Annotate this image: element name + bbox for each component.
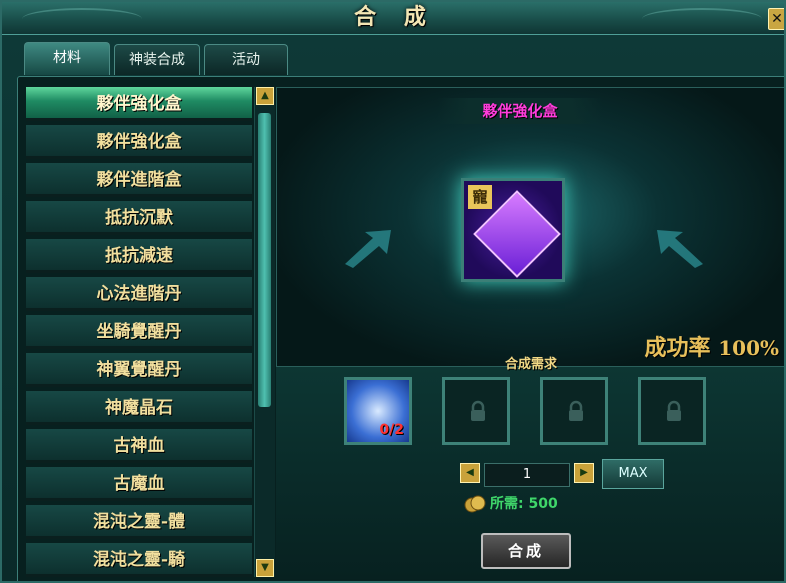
tab-events[interactable]: 活动 [204,44,288,75]
locked-slot [638,377,706,445]
max-button[interactable]: MAX [602,459,664,489]
preview-item-name: 夥伴強化盒 [437,98,603,124]
list-item[interactable]: 混沌之靈-騎 [26,543,252,577]
scroll-down-icon[interactable]: ▼ [256,559,274,577]
close-icon[interactable]: ✕ [768,8,784,30]
list-scrollbar[interactable]: ▲ ▼ [254,87,275,577]
result-item-slot[interactable]: 寵 [461,178,565,282]
locked-slot [442,377,510,445]
lock-icon [667,400,681,421]
requirements-label: 合成需求 [504,357,557,372]
list-item[interactable]: 古神血 [26,429,252,463]
scroll-up-icon[interactable]: ▲ [256,87,274,105]
list-item[interactable]: 抵抗減速 [26,239,252,273]
coin-icon [464,495,486,513]
success-rate-label: 成功率 [644,335,711,361]
lock-icon [471,400,485,421]
success-rate-value: 100% [718,336,779,360]
craft-button[interactable]: 合成 [481,533,571,569]
content-panel: 夥伴強化盒 夥伴強化盒 夥伴進階盒 抵抗沉默 抵抗減速 心法進階丹 坐騎覺醒丹 … [17,76,784,581]
window-title: 合 成 [354,4,436,30]
material-count: 0/2 [379,422,404,438]
synthesis-window: 合 成 ✕ 材料 神装合成 活动 夥伴強化盒 夥伴強化盒 夥伴進階盒 抵抗沉默 … [0,0,786,583]
locked-slot [540,377,608,445]
scroll-thumb[interactable] [258,113,271,407]
quantity-input[interactable]: 1 [484,463,570,487]
list-item[interactable]: 古魔血 [26,467,252,501]
decrease-quantity-button[interactable]: ◀ [460,463,480,483]
title-bar[interactable]: 合 成 ✕ [2,2,784,35]
list-item[interactable]: 夥伴強化盒 [26,87,252,121]
list-item[interactable]: 抵抗沉默 [26,201,252,235]
list-item[interactable]: 夥伴進階盒 [26,163,252,197]
arrow-right-icon [345,230,391,268]
lock-icon [569,400,583,421]
list-item[interactable]: 混沌之靈-體 [26,505,252,539]
list-item[interactable]: 心法進階丹 [26,277,252,311]
material-slot[interactable]: 0/2 [344,377,412,445]
tab-divine-gear[interactable]: 神装合成 [114,44,200,75]
arrow-left-icon [657,230,703,268]
requirements-area: 合成需求 0/2 ◀ 1 ▶ MAX 所需: 500 合成 [276,357,784,579]
list-item[interactable]: 坐騎覺醒丹 [26,315,252,349]
success-rate: 成功率 100% [645,330,779,362]
recipe-list: 夥伴強化盒 夥伴強化盒 夥伴進階盒 抵抗沉默 抵抗減速 心法進階丹 坐騎覺醒丹 … [26,87,252,577]
list-item[interactable]: 神翼覺醒丹 [26,353,252,387]
item-tag: 寵 [468,185,492,209]
increase-quantity-button[interactable]: ▶ [574,463,594,483]
tab-materials[interactable]: 材料 [24,42,110,75]
list-item[interactable]: 夥伴強化盒 [26,125,252,159]
list-item[interactable]: 神魔晶石 [26,391,252,425]
preview-area: 夥伴強化盒 寵 成功率 100% [276,87,784,367]
cost-label: 所需: 500 [490,496,558,512]
